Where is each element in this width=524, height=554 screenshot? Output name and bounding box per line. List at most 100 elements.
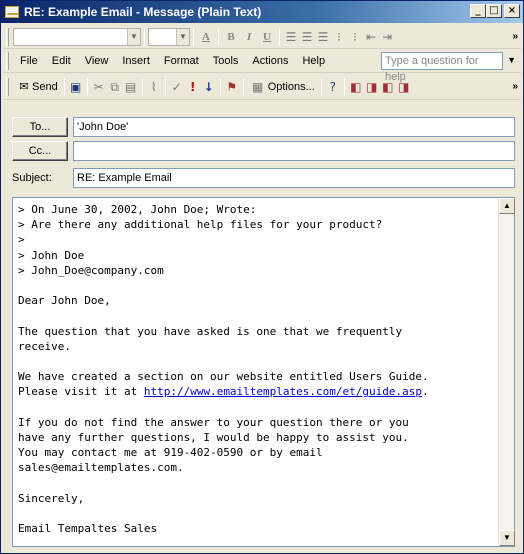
cc-row: Cc... xyxy=(12,141,515,161)
chevron-down-icon: ▼ xyxy=(127,28,140,45)
subject-field[interactable]: RE: Example Email xyxy=(73,168,515,188)
toolbar-grip[interactable] xyxy=(6,27,9,46)
menu-file[interactable]: File xyxy=(13,55,45,67)
decrease-indent-icon[interactable]: ⇤ xyxy=(363,29,379,45)
align-right-icon[interactable]: ☰ xyxy=(315,29,331,45)
previous-item-icon[interactable]: ◧ xyxy=(348,79,364,95)
send-button[interactable]: ✉ Send xyxy=(13,77,61,97)
minimize-button[interactable]: _ xyxy=(470,4,486,18)
next-unread-icon[interactable]: ◨ xyxy=(396,79,412,95)
increase-indent-icon[interactable]: ⇥ xyxy=(379,29,395,45)
body-line: > John_Doe@company.com xyxy=(18,263,496,278)
font-color-button[interactable]: A xyxy=(197,28,215,46)
send-label: Send xyxy=(32,80,58,93)
previous-unread-icon[interactable]: ◧ xyxy=(380,79,396,95)
cc-field[interactable] xyxy=(73,141,515,161)
options-button[interactable]: ▦ Options... xyxy=(247,79,318,95)
body-line: have any further questions, I would be h… xyxy=(18,430,496,445)
body-line-text: > On June 30, 2002, John Doe; Wrote: xyxy=(18,203,257,216)
window-controls: _ □ × xyxy=(470,4,520,18)
message-body-text[interactable]: > On June 30, 2002, John Doe; Wrote: > Ar… xyxy=(18,202,496,536)
bullets-icon[interactable]: ⁝ xyxy=(331,29,347,45)
cc-button[interactable]: Cc... xyxy=(12,141,68,161)
body-line: Email Tempaltes Sales xyxy=(18,521,496,536)
divider xyxy=(218,27,219,46)
toolbar-grip[interactable] xyxy=(6,51,9,70)
to-field[interactable]: 'John Doe' xyxy=(73,117,515,137)
chevron-down-icon: ▼ xyxy=(176,28,189,45)
chevron-down-icon[interactable]: ▼ xyxy=(507,55,516,65)
divider xyxy=(144,27,145,46)
body-line: > On June 30, 2002, John Doe; Wrote: xyxy=(18,202,496,217)
follow-up-flag-icon[interactable]: ⚑ xyxy=(224,79,240,95)
save-icon[interactable]: ▣ xyxy=(68,79,84,95)
style-select[interactable]: ▼ xyxy=(13,27,141,46)
body-line: Please visit it at http://www.emailtempl… xyxy=(18,384,496,399)
help-icon[interactable]: ? xyxy=(325,79,341,95)
paste-icon[interactable]: ▤ xyxy=(123,79,139,95)
cut-icon[interactable]: ✂ xyxy=(91,79,107,95)
body-line-text: sales@emailtemplates.com. xyxy=(18,461,184,475)
maximize-button[interactable]: □ xyxy=(486,4,502,18)
body-line-text: > John_Doe@company.com xyxy=(18,263,164,277)
menu-insert[interactable]: Insert xyxy=(115,55,157,67)
toolbar-overflow-icon[interactable]: » xyxy=(512,31,518,42)
close-button[interactable]: × xyxy=(504,4,520,18)
body-line xyxy=(18,354,496,369)
body-line: > xyxy=(18,232,496,247)
divider xyxy=(63,77,65,96)
low-importance-icon[interactable]: ↓ xyxy=(201,79,217,95)
body-line-text: If you do not find the answer to your qu… xyxy=(18,415,409,429)
body-line-text: receive. xyxy=(18,339,71,353)
menu-format[interactable]: Format xyxy=(157,55,206,67)
send-icon: ✉ xyxy=(19,79,29,93)
body-line xyxy=(18,399,496,414)
attach-icon[interactable]: ⌇ xyxy=(146,79,162,95)
body-line-text: Email Tempaltes Sales xyxy=(18,521,158,535)
envelope-icon xyxy=(5,6,19,18)
align-center-icon[interactable]: ☰ xyxy=(299,29,315,45)
menu-help[interactable]: Help xyxy=(295,55,332,67)
body-line: Dear John Doe, xyxy=(18,293,496,308)
divider xyxy=(164,77,166,96)
body-line xyxy=(18,278,496,293)
scroll-down-button[interactable]: ▼ xyxy=(499,530,515,546)
toolbar-grip[interactable] xyxy=(6,77,9,96)
help-question-input[interactable]: Type a question for help xyxy=(381,52,503,83)
bold-button[interactable]: B xyxy=(222,28,240,46)
options-label: Options... xyxy=(267,80,315,93)
standard-toolbar: ✉ Send ▣ ✂ ⧉ ▤ ⌇ ✓ ! ↓ ⚑ ▦ Options... ? … xyxy=(3,74,521,100)
next-item-icon[interactable]: ◨ xyxy=(364,79,380,95)
title-bar[interactable]: RE: Example Email - Message (Plain Text)… xyxy=(1,1,523,23)
check-names-icon[interactable]: ✓ xyxy=(169,79,185,95)
numbering-icon[interactable]: ⁝ xyxy=(347,29,363,45)
message-body[interactable]: > On June 30, 2002, John Doe; Wrote: > Ar… xyxy=(12,197,515,547)
divider xyxy=(193,27,194,46)
high-importance-icon[interactable]: ! xyxy=(185,79,201,95)
body-line xyxy=(18,506,496,521)
underline-button[interactable]: U xyxy=(258,28,276,46)
menu-actions[interactable]: Actions xyxy=(245,55,295,67)
menu-edit[interactable]: Edit xyxy=(45,55,78,67)
body-line-text: You may contact me at 919-402-0590 or by… xyxy=(18,446,323,459)
align-left-icon[interactable]: ☰ xyxy=(283,29,299,45)
body-line-text: Dear John Doe, xyxy=(18,294,111,308)
copy-icon[interactable]: ⧉ xyxy=(107,79,123,95)
vertical-scrollbar[interactable]: ▲ ▼ xyxy=(498,198,515,546)
body-line-text: We have created a section on our website… xyxy=(18,370,429,384)
to-button[interactable]: To... xyxy=(12,117,68,137)
guide-link[interactable]: http://www.emailtemplates.com/et/guide.a… xyxy=(144,385,422,398)
window-title: RE: Example Email - Message (Plain Text) xyxy=(24,5,262,19)
scroll-up-button[interactable]: ▲ xyxy=(499,198,515,214)
menu-tools[interactable]: Tools xyxy=(206,55,246,67)
body-line: The question that you have asked is one … xyxy=(18,324,496,339)
body-line-text: > xyxy=(18,233,25,247)
subject-label: Subject: xyxy=(12,172,52,184)
body-line: > John Doe xyxy=(18,248,496,263)
font-size-select[interactable]: ▼ xyxy=(148,27,190,46)
menu-bar: File Edit View Insert Format Tools Actio… xyxy=(3,49,521,83)
toolbar-overflow-icon[interactable]: » xyxy=(512,81,518,92)
menu-view[interactable]: View xyxy=(78,55,116,67)
body-line-text: > John Doe xyxy=(18,248,85,262)
italic-button[interactable]: I xyxy=(240,28,258,46)
